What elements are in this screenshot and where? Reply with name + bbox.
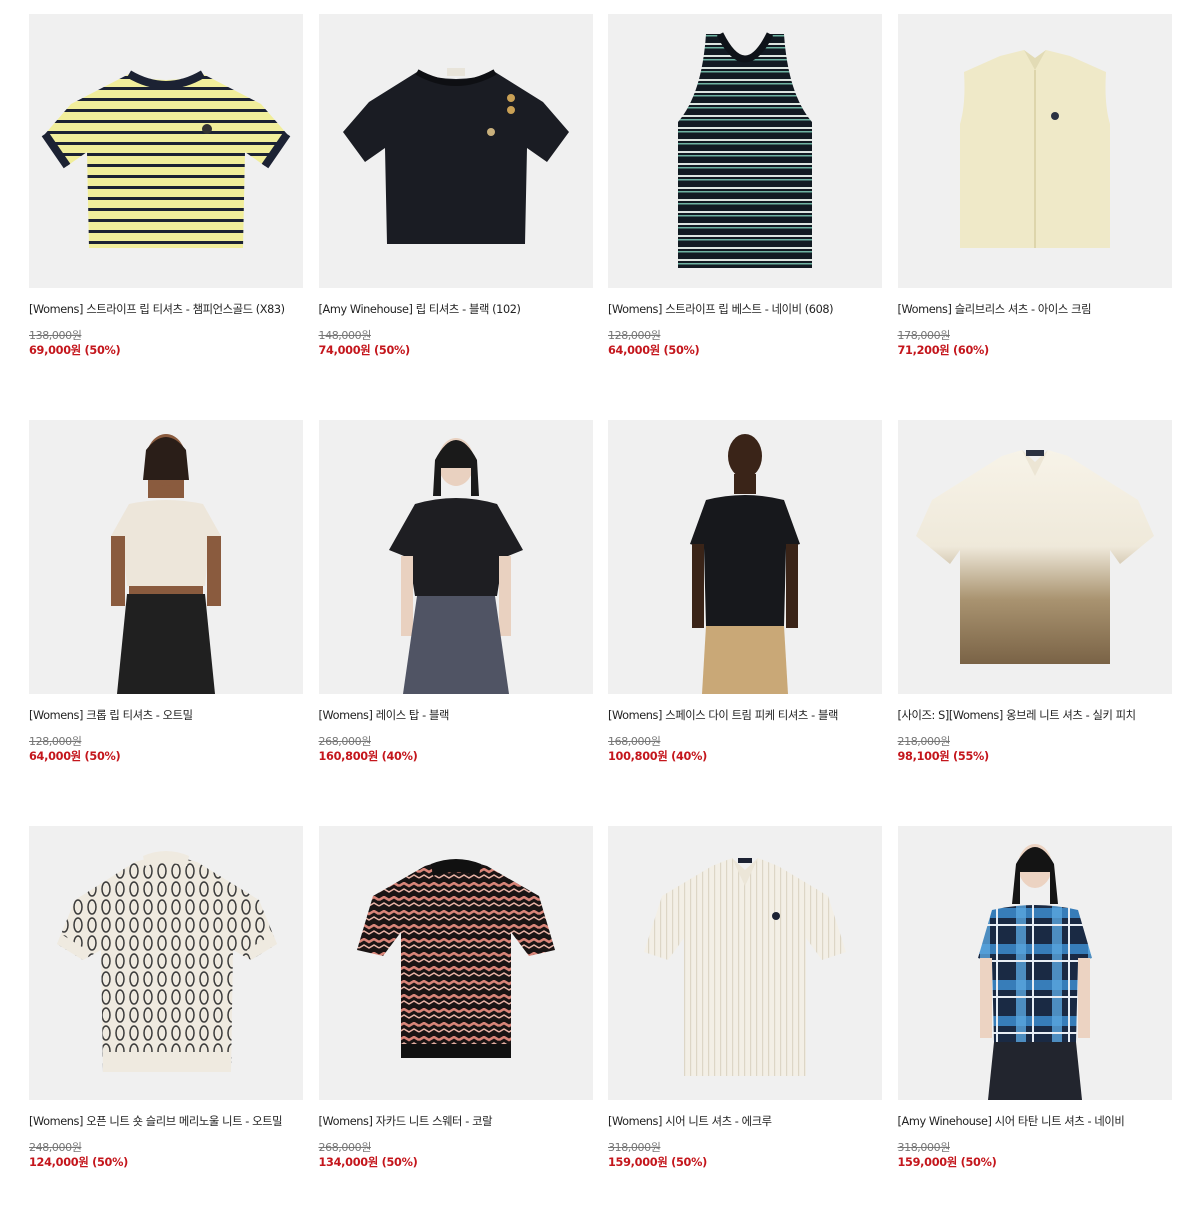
product-card[interactable]: [Womens] 크롭 립 티셔츠 - 오트밀 128,000원 64,000원…	[29, 420, 303, 826]
product-image[interactable]	[318, 826, 593, 1100]
product-title[interactable]: [Womens] 스트라이프 립 티셔츠 - 챔피언스골드 (X83)	[29, 302, 303, 317]
product-card[interactable]: [사이즈: S][Womens] 옹브레 니트 셔츠 - 실키 피치 218,0…	[897, 420, 1172, 826]
sale-price: 159,000원 (50%)	[608, 1156, 707, 1169]
product-image[interactable]	[608, 420, 882, 694]
sale-price: 159,000원 (50%)	[897, 1156, 997, 1169]
sale-price: 69,000원 (50%)	[29, 344, 121, 357]
sale-price: 124,000원 (50%)	[29, 1156, 128, 1169]
sale-price: 71,200원 (60%)	[897, 344, 990, 357]
product-title[interactable]: [사이즈: S][Womens] 옹브레 니트 셔츠 - 실키 피치	[898, 708, 1172, 723]
product-card[interactable]: [Amy Winehouse] 시어 타탄 니트 셔츠 - 네이비 318,00…	[897, 826, 1172, 1232]
product-card[interactable]: [Womens] 시어 니트 셔츠 - 에크루 318,000원 159,000…	[608, 826, 882, 1232]
original-price: 318,000원	[608, 1141, 661, 1154]
product-card[interactable]: [Womens] 레이스 탑 - 블랙 268,000원 160,800원 (4…	[318, 420, 593, 826]
product-image[interactable]	[608, 14, 882, 288]
original-price: 128,000원	[29, 735, 82, 748]
product-title[interactable]: [Womens] 스페이스 다이 트림 피케 티셔츠 - 블랙	[608, 708, 882, 723]
product-image[interactable]	[608, 826, 882, 1100]
product-image[interactable]	[29, 420, 303, 694]
product-title[interactable]: [Amy Winehouse] 시어 타탄 니트 셔츠 - 네이비	[898, 1114, 1172, 1129]
product-card[interactable]: [Womens] 스트라이프 립 티셔츠 - 챔피언스골드 (X83) 138,…	[29, 14, 303, 420]
product-card[interactable]: [Womens] 자카드 니트 스웨터 - 코랄 268,000원 134,00…	[318, 826, 593, 1232]
product-title[interactable]: [Womens] 스트라이프 립 베스트 - 네이비 (608)	[608, 302, 882, 317]
product-card[interactable]: [Womens] 슬리브리스 셔츠 - 아이스 크림 178,000원 71,2…	[897, 14, 1172, 420]
original-price: 148,000원	[318, 329, 372, 342]
product-card[interactable]: [Amy Winehouse] 립 티셔츠 - 블랙 (102) 148,000…	[318, 14, 593, 420]
product-image[interactable]	[897, 14, 1172, 288]
product-title[interactable]: [Womens] 자카드 니트 스웨터 - 코랄	[319, 1114, 593, 1129]
product-card[interactable]: [Womens] 스페이스 다이 트림 피케 티셔츠 - 블랙 168,000원…	[608, 420, 882, 826]
product-title[interactable]: [Womens] 시어 니트 셔츠 - 에크루	[608, 1114, 882, 1129]
product-image[interactable]	[318, 14, 593, 288]
sale-price: 134,000원 (50%)	[318, 1156, 418, 1169]
product-title[interactable]: [Womens] 레이스 탑 - 블랙	[319, 708, 593, 723]
sale-price: 98,100원 (55%)	[897, 750, 990, 763]
original-price: 248,000원	[29, 1141, 82, 1154]
sale-price: 100,800원 (40%)	[608, 750, 707, 763]
sale-price: 64,000원 (50%)	[29, 750, 121, 763]
original-price: 178,000원	[897, 329, 951, 342]
sale-price: 74,000원 (50%)	[318, 344, 411, 357]
product-image[interactable]	[318, 420, 593, 694]
sale-price: 160,800원 (40%)	[318, 750, 418, 763]
original-price: 138,000원	[29, 329, 82, 342]
product-card[interactable]: [Womens] 스트라이프 립 베스트 - 네이비 (608) 128,000…	[608, 14, 882, 420]
original-price: 268,000원	[318, 735, 372, 748]
product-card[interactable]: [Womens] 오픈 니트 숏 슬리브 메리노울 니트 - 오트밀 248,0…	[29, 826, 303, 1232]
original-price: 268,000원	[318, 1141, 372, 1154]
product-image[interactable]	[29, 826, 303, 1100]
original-price: 218,000원	[897, 735, 951, 748]
original-price: 128,000원	[608, 329, 661, 342]
original-price: 318,000원	[897, 1141, 951, 1154]
product-image[interactable]	[29, 14, 303, 288]
product-title[interactable]: [Womens] 오픈 니트 숏 슬리브 메리노울 니트 - 오트밀	[29, 1114, 303, 1129]
product-grid: [Womens] 스트라이프 립 티셔츠 - 챔피언스골드 (X83) 138,…	[29, 14, 1172, 1232]
product-image[interactable]	[897, 420, 1172, 694]
product-title[interactable]: [Amy Winehouse] 립 티셔츠 - 블랙 (102)	[319, 302, 593, 317]
sale-price: 64,000원 (50%)	[608, 344, 700, 357]
product-title[interactable]: [Womens] 슬리브리스 셔츠 - 아이스 크림	[898, 302, 1172, 317]
product-image[interactable]	[897, 826, 1172, 1100]
product-title[interactable]: [Womens] 크롭 립 티셔츠 - 오트밀	[29, 708, 303, 723]
original-price: 168,000원	[608, 735, 661, 748]
